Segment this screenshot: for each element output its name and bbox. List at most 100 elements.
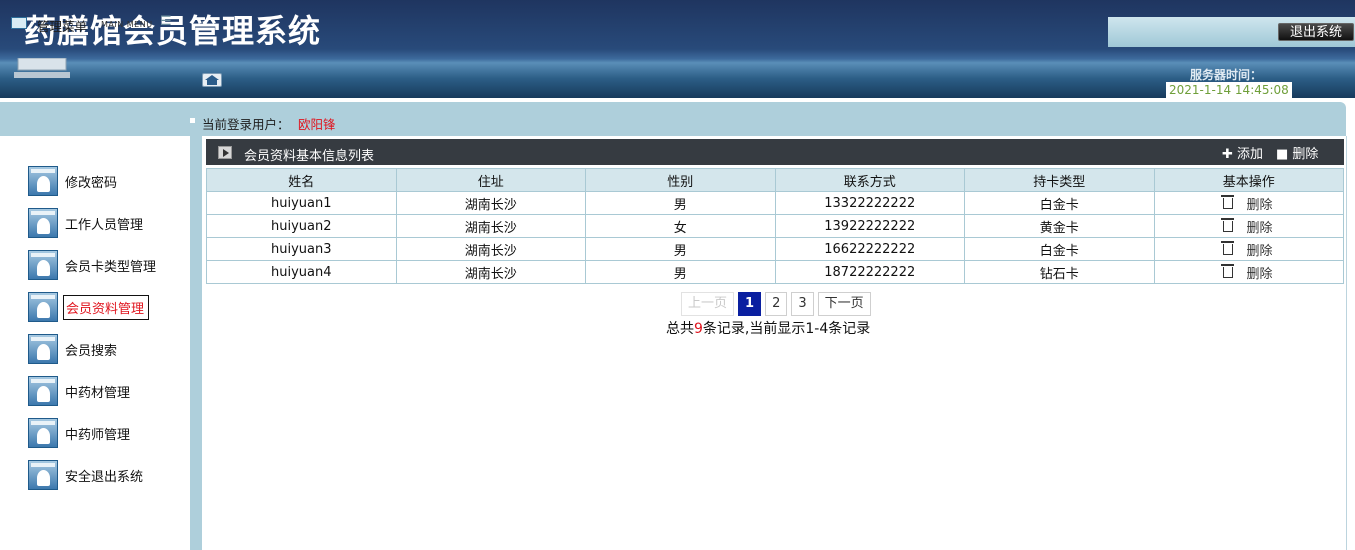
user-window-icon <box>28 376 58 406</box>
sidebar-item-label: 工作人员管理 <box>65 217 144 233</box>
menu-title: 管理菜单 <box>37 19 88 34</box>
summary-prefix: 总共 <box>666 321 694 337</box>
trash-icon <box>1220 194 1234 209</box>
sidebar-item-change-password[interactable]: 修改密码 <box>28 165 119 197</box>
sidebar-item-herb-management[interactable]: 中药材管理 <box>28 375 132 407</box>
home-icon[interactable] <box>202 73 222 87</box>
cell-actions: 删除 <box>1153 260 1344 284</box>
cell-contact: 18722222222 <box>774 260 965 284</box>
sidebar-item-label: 修改密码 <box>65 175 118 191</box>
cell-contact: 13322222222 <box>774 191 965 215</box>
user-window-icon <box>28 334 58 364</box>
sidebar-item-label: 安全退出系统 <box>65 469 144 485</box>
cell-gender: 女 <box>585 214 776 238</box>
sidebar-item-label: 中药师管理 <box>65 427 131 443</box>
cell-address: 湖南长沙 <box>395 191 586 215</box>
play-arrow-icon <box>218 146 232 159</box>
row-delete-button[interactable]: 删除 <box>1220 194 1273 213</box>
user-window-icon <box>28 292 58 322</box>
computer-monitor-icon <box>14 58 70 78</box>
list-header-bar: 会员资料基本信息列表 ✚ 添加 ■ 删除 <box>206 139 1344 165</box>
row-delete-label: 删除 <box>1246 243 1273 259</box>
trash-icon <box>1220 263 1234 278</box>
server-time-value: 2021-1-14 14:45:08 <box>1166 82 1292 98</box>
trash-icon <box>1220 217 1234 232</box>
cell-address: 湖南长沙 <box>395 260 586 284</box>
row-delete-label: 删除 <box>1246 220 1273 236</box>
list-title: 会员资料基本信息列表 <box>244 149 375 164</box>
server-time-label: 服务器时间： <box>1190 68 1263 82</box>
cell-card-type: 白金卡 <box>964 237 1155 261</box>
row-delete-button[interactable]: 删除 <box>1220 240 1273 259</box>
cell-name: huiyuan1 <box>206 191 397 215</box>
batch-delete-button[interactable]: ■ 删除 <box>1276 143 1318 162</box>
cell-card-type: 黄金卡 <box>964 214 1155 238</box>
bullet-icon <box>190 118 195 123</box>
cell-name: huiyuan4 <box>206 260 397 284</box>
current-user-name: 欧阳锋 <box>298 117 336 132</box>
cell-name: huiyuan2 <box>206 214 397 238</box>
table-row: huiyuan1 湖南长沙 男 13322222222 白金卡 删除 <box>206 191 1344 215</box>
summary-suffix: 条记录,当前显示1-4条记录 <box>702 321 871 337</box>
sidebar-item-label: 中药材管理 <box>65 385 131 401</box>
add-button[interactable]: ✚ 添加 <box>1222 143 1263 162</box>
table-row: huiyuan2 湖南长沙 女 13922222222 黄金卡 删除 <box>206 214 1344 238</box>
user-window-icon <box>28 418 58 448</box>
column-header-address: 住址 <box>395 168 586 192</box>
sidebar-item-herbalist-management[interactable]: 中药师管理 <box>28 417 132 449</box>
sidebar-item-card-type-management[interactable]: 会员卡类型管理 <box>28 249 158 281</box>
cell-address: 湖南长沙 <box>395 214 586 238</box>
cell-gender: 男 <box>585 237 776 261</box>
cell-card-type: 白金卡 <box>964 191 1155 215</box>
cell-gender: 男 <box>585 191 776 215</box>
column-header-contact: 联系方式 <box>774 168 965 192</box>
user-window-icon <box>28 460 58 490</box>
column-header-actions: 基本操作 <box>1153 168 1344 192</box>
page-button-2[interactable]: 2 <box>765 292 788 316</box>
sidebar-item-label: 会员卡类型管理 <box>65 259 157 275</box>
cell-actions: 删除 <box>1153 191 1344 215</box>
page-button-1[interactable]: 1 <box>738 292 762 316</box>
cell-gender: 男 <box>585 260 776 284</box>
menu-panel-icon <box>11 17 27 29</box>
row-delete-label: 删除 <box>1246 197 1273 213</box>
logout-button[interactable]: 退出系统 <box>1278 23 1354 41</box>
menu-collapse-icon[interactable]: ☰ <box>160 14 172 29</box>
cell-actions: 删除 <box>1153 237 1344 261</box>
cell-contact: 13922222222 <box>774 214 965 238</box>
cell-actions: 删除 <box>1153 214 1344 238</box>
user-window-icon <box>28 250 58 280</box>
main-right-edge <box>1346 136 1355 550</box>
row-delete-button[interactable]: 删除 <box>1220 263 1273 282</box>
record-summary: 总共9条记录,当前显示1-4条记录 <box>666 318 870 338</box>
menu-title-english: MAIN MENU <box>101 20 153 29</box>
sidebar-item-member-search[interactable]: 会员搜索 <box>28 333 119 365</box>
sidebar-item-label: 会员搜索 <box>65 343 118 359</box>
current-user-label: 当前登录用户： <box>202 117 290 132</box>
cell-name: huiyuan3 <box>206 237 397 261</box>
record-count: 9 <box>694 321 703 337</box>
header-banner: 药膳馆会员管理系统 退出系统 服务器时间： 2021-1-14 14:45:08 <box>0 0 1355 98</box>
next-page-button[interactable]: 下一页 <box>817 292 871 316</box>
cell-address: 湖南长沙 <box>395 237 586 261</box>
column-header-name: 姓名 <box>206 168 397 192</box>
sidebar-item-safe-logout[interactable]: 安全退出系统 <box>28 459 145 491</box>
sidebar-item-label-active: 会员资料管理 <box>63 294 150 320</box>
row-delete-label: 删除 <box>1246 266 1273 282</box>
column-header-card-type: 持卡类型 <box>964 168 1155 192</box>
table-row: huiyuan4 湖南长沙 男 18722222222 钻石卡 删除 <box>206 260 1344 284</box>
column-header-gender: 性别 <box>585 168 776 192</box>
page-button-3[interactable]: 3 <box>791 292 814 316</box>
pagination: 上一页 1 2 3 下一页 <box>681 292 871 316</box>
row-delete-button[interactable]: 删除 <box>1220 217 1273 236</box>
member-table: 姓名 住址 性别 联系方式 持卡类型 基本操作 huiyuan1 湖南长沙 男 … <box>206 168 1344 284</box>
trash-icon <box>1220 240 1234 255</box>
prev-page-button[interactable]: 上一页 <box>681 292 735 316</box>
sidebar-item-staff-management[interactable]: 工作人员管理 <box>28 207 145 239</box>
cell-contact: 16622222222 <box>774 237 965 261</box>
sidebar-item-member-profile-management[interactable]: 会员资料管理 <box>28 291 150 323</box>
user-window-icon <box>28 166 58 196</box>
sidebar-divider <box>190 136 202 550</box>
cell-card-type: 钻石卡 <box>964 260 1155 284</box>
user-window-icon <box>28 208 58 238</box>
